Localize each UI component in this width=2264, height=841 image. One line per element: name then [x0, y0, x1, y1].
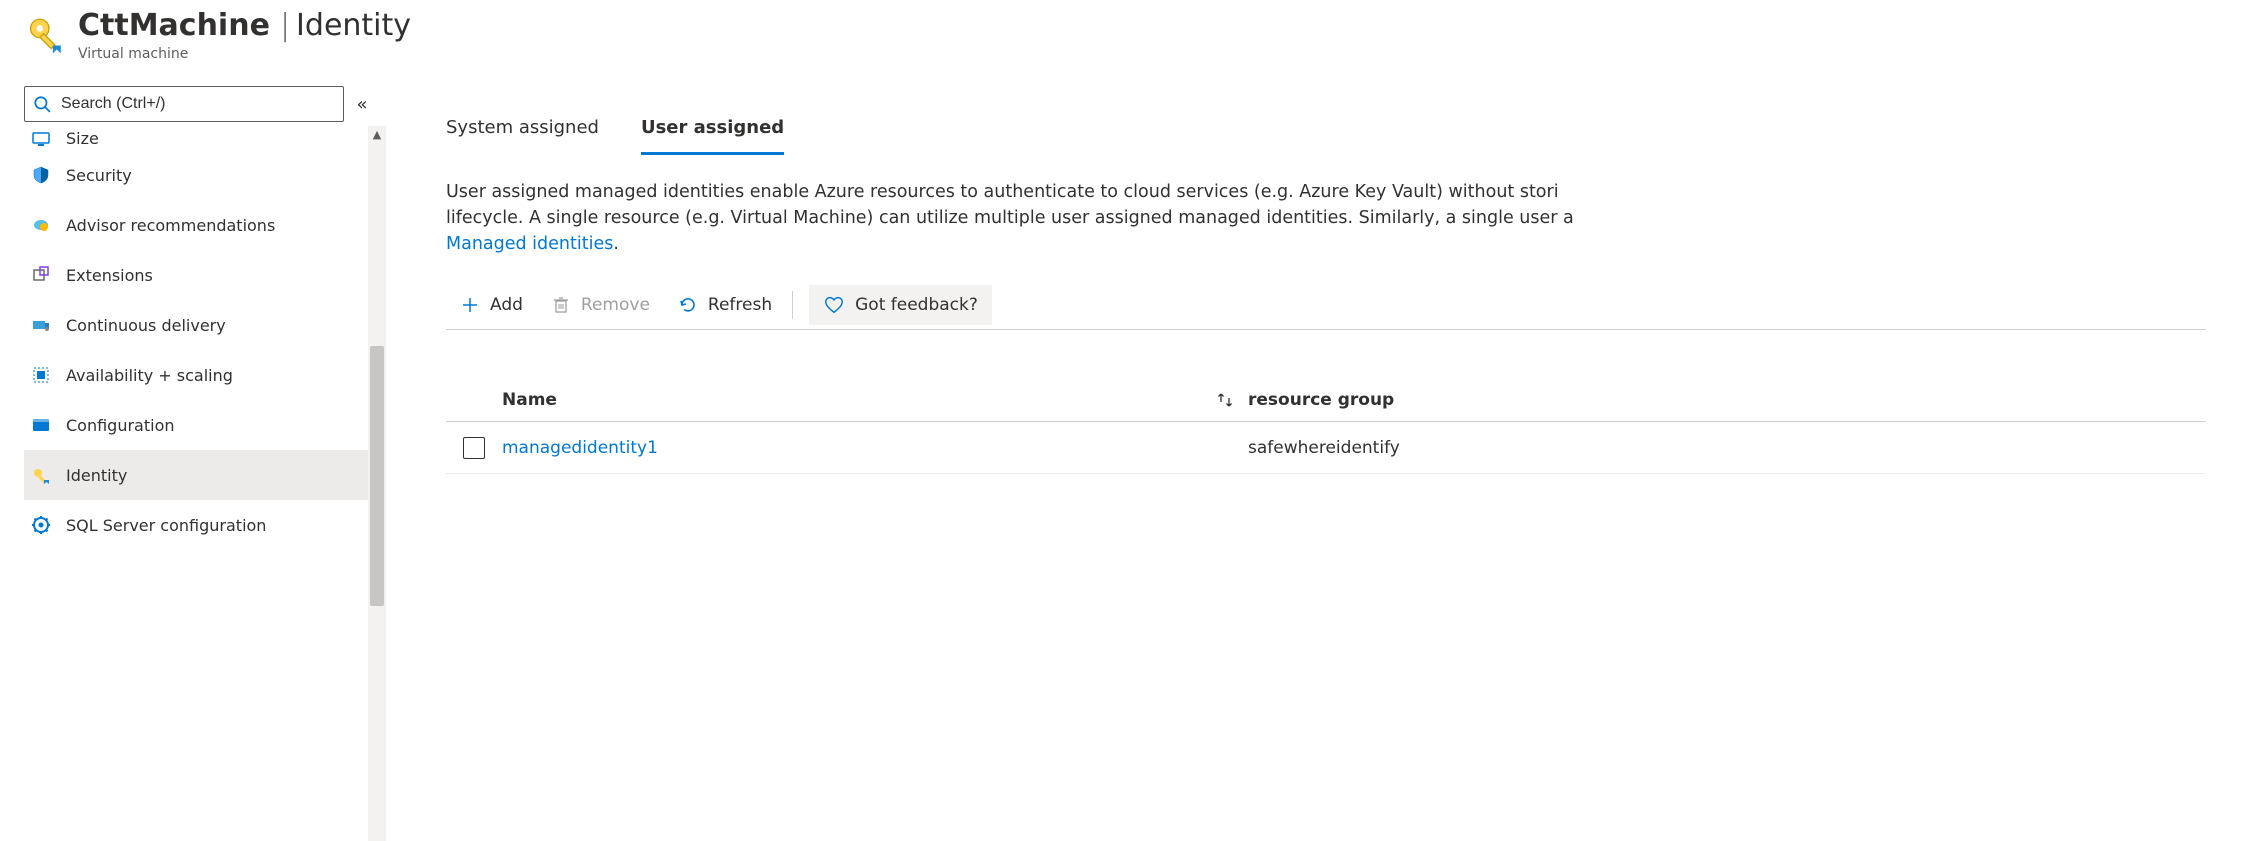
size-icon [30, 126, 52, 148]
identity-name-link[interactable]: managedidentity1 [502, 438, 1202, 458]
gear-icon [30, 514, 52, 536]
description-text-1: User assigned managed identities enable … [446, 182, 1559, 202]
page-title: CttMachine | Identity [78, 8, 411, 44]
identities-grid: Name resource group managedidentity1 saf… [446, 378, 2206, 474]
plus-icon [460, 295, 480, 315]
trash-icon [551, 295, 571, 315]
blade-section: Identity [296, 8, 411, 44]
collapse-sidebar-button[interactable]: « [344, 94, 380, 115]
sidebar-item-label: Identity [66, 466, 127, 485]
resource-type: Virtual machine [78, 46, 411, 62]
sidebar-item-label: Continuous delivery [66, 316, 226, 335]
sidebar-item-label: Availability + scaling [66, 366, 233, 385]
heart-icon [823, 294, 845, 316]
tab-bar: System assigned User assigned [446, 108, 2264, 155]
remove-label: Remove [581, 295, 650, 315]
add-label: Add [490, 295, 523, 315]
add-button[interactable]: Add [446, 285, 537, 325]
sidebar-item-continuous-delivery[interactable]: Continuous delivery [24, 300, 386, 350]
shield-icon [30, 164, 52, 186]
scroll-up-icon[interactable]: ▲ [368, 128, 386, 141]
resource-name: CttMachine [78, 8, 270, 44]
tab-system-assigned[interactable]: System assigned [446, 108, 599, 155]
sidebar-item-label: Security [66, 166, 132, 185]
tab-user-assigned[interactable]: User assigned [641, 108, 784, 155]
sidebar-item-configuration[interactable]: Configuration [24, 400, 386, 450]
description-text-2: lifecycle. A single resource (e.g. Virtu… [446, 208, 1574, 228]
description-period: . [613, 234, 619, 254]
grid-header-row: Name resource group [446, 378, 2206, 422]
command-bar: Add Remove Refresh Got feedback? [446, 285, 2206, 330]
advisor-icon [30, 214, 52, 236]
sidebar-item-label: Advisor recommendations [66, 216, 275, 235]
sidebar-item-size[interactable]: Size [24, 126, 386, 150]
identity-key-icon [30, 464, 52, 486]
sidebar-item-sql-server[interactable]: SQL Server configuration [24, 500, 386, 550]
feedback-button[interactable]: Got feedback? [809, 285, 992, 325]
sidebar-nav: ▲ Size Security Advisor recommendat [24, 126, 386, 841]
table-row[interactable]: managedidentity1 safewhereidentify [446, 422, 2206, 474]
sidebar-item-advisor[interactable]: Advisor recommendations [24, 200, 386, 250]
sidebar-item-identity[interactable]: Identity [24, 450, 386, 500]
row-checkbox[interactable] [463, 437, 485, 459]
search-icon [33, 95, 51, 113]
sidebar-item-label: Extensions [66, 266, 153, 285]
feedback-label: Got feedback? [855, 295, 978, 315]
refresh-label: Refresh [708, 295, 772, 315]
title-divider: | [280, 8, 290, 44]
column-header-resource-group[interactable]: resource group [1248, 390, 2206, 410]
scroll-thumb[interactable] [370, 346, 384, 606]
sort-icon[interactable] [1202, 390, 1248, 410]
refresh-icon [678, 295, 698, 315]
sidebar-item-label: Size [66, 129, 99, 148]
toolbar-separator [792, 291, 793, 319]
key-icon [24, 14, 66, 56]
main-content: System assigned User assigned User assig… [386, 86, 2264, 841]
tab-description: User assigned managed identities enable … [446, 179, 2206, 257]
sidebar-item-label: SQL Server configuration [66, 516, 266, 535]
sidebar: « ▲ Size Security [0, 86, 386, 841]
refresh-button[interactable]: Refresh [664, 285, 786, 325]
blade-header: CttMachine | Identity Virtual machine [0, 0, 2264, 62]
sidebar-item-availability[interactable]: Availability + scaling [24, 350, 386, 400]
identity-resource-group: safewhereidentify [1248, 438, 2206, 458]
sidebar-item-label: Configuration [66, 416, 175, 435]
scaling-icon [30, 364, 52, 386]
search-input[interactable] [59, 94, 335, 114]
column-header-name[interactable]: Name [502, 390, 1202, 410]
remove-button: Remove [537, 285, 664, 325]
delivery-icon [30, 314, 52, 336]
sidebar-scrollbar[interactable]: ▲ [368, 126, 386, 841]
sidebar-item-extensions[interactable]: Extensions [24, 250, 386, 300]
config-icon [30, 414, 52, 436]
search-box[interactable] [24, 86, 344, 122]
managed-identities-link[interactable]: Managed identities [446, 234, 613, 254]
sidebar-item-security[interactable]: Security [24, 150, 386, 200]
extensions-icon [30, 264, 52, 286]
